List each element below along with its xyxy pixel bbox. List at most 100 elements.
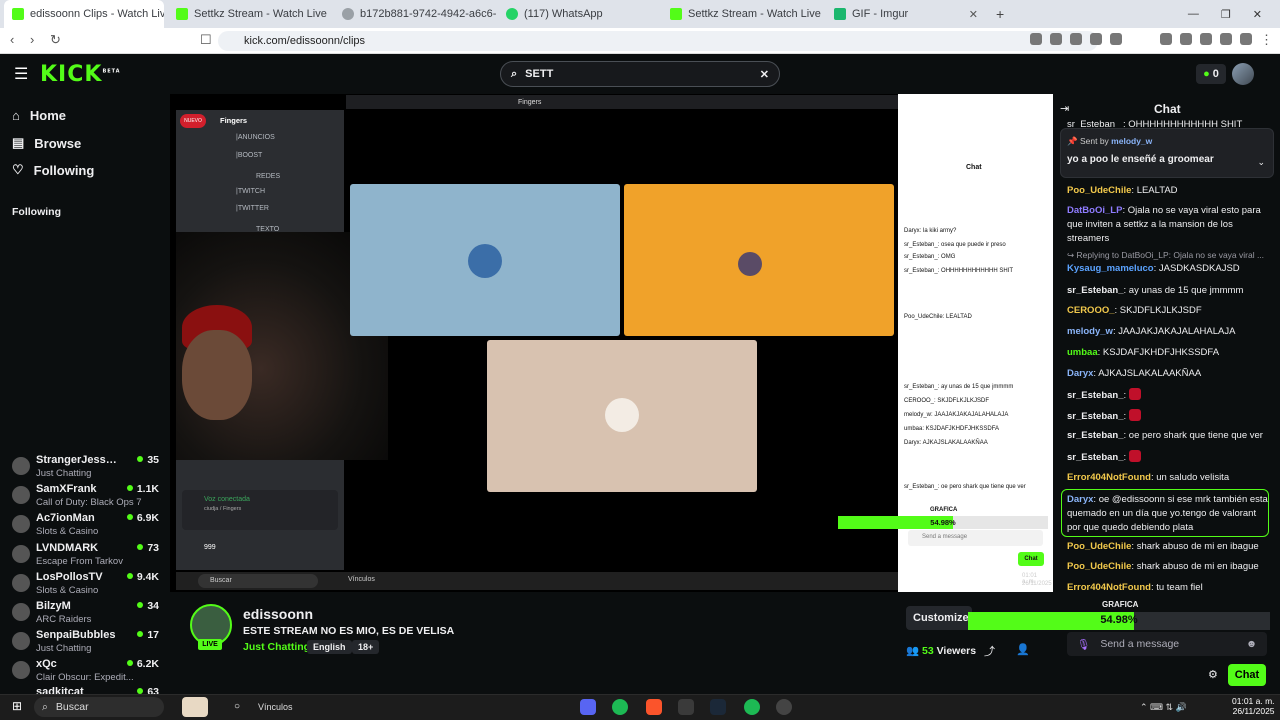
- chat-message[interactable]: Error404NotFound: un saludo velisita: [1067, 471, 1272, 485]
- user-avatar[interactable]: [1232, 63, 1254, 85]
- tab-settkz-2[interactable]: Settkz Stream - Watch Live on Kick✕: [662, 0, 824, 28]
- extension-icon[interactable]: [1220, 33, 1232, 45]
- url-field[interactable]: kick.com/edissoonn/clips: [218, 31, 1098, 51]
- chat-message[interactable]: Poo_UdeChile: shark abuso de mi en ibagu…: [1067, 560, 1272, 574]
- kick-logo[interactable]: KICKBETA: [40, 62, 121, 87]
- brave-taskbar-icon[interactable]: [646, 699, 662, 715]
- discord-taskbar-icon[interactable]: [580, 699, 596, 715]
- expand-pinned-icon[interactable]: ⌄: [1257, 157, 1265, 168]
- app-taskbar-icon[interactable]: [776, 699, 792, 715]
- embedded-chat-line: sr_Esteban_: OMG: [904, 254, 956, 260]
- chat-username[interactable]: sr_Esteban_: [1067, 452, 1124, 463]
- close-icon[interactable]: ✕: [969, 8, 978, 21]
- widget-icon[interactable]: [182, 697, 208, 717]
- back-icon[interactable]: ‹: [10, 32, 14, 47]
- chat-message[interactable]: sr_Esteban_:: [1067, 450, 1272, 465]
- chat-message[interactable]: melody_w: JAAJAKJAKAJALAHALAJA: [1067, 325, 1272, 339]
- spotify-taskbar-icon[interactable]: [612, 699, 628, 715]
- hamburger-menu-icon[interactable]: ☰: [14, 64, 28, 84]
- chat-username[interactable]: Error404NotFound: [1067, 582, 1151, 593]
- system-tray-icons[interactable]: ⌃ ⌨ ⇅ 🔊: [1140, 702, 1187, 713]
- bookmark-icon[interactable]: ☐: [200, 32, 212, 48]
- nav-browse[interactable]: ▤ Browse: [12, 135, 81, 151]
- collapse-chat-icon[interactable]: ⇥: [1060, 102, 1069, 115]
- extension-icon[interactable]: [1110, 33, 1122, 45]
- pinned-message[interactable]: 📌 Sent by melody_w yo a poo le enseñé a …: [1060, 128, 1274, 178]
- reload-icon[interactable]: ↻: [50, 32, 61, 48]
- forward-icon[interactable]: ›: [30, 32, 34, 47]
- steam-taskbar-icon[interactable]: [710, 699, 726, 715]
- taskbar-clock[interactable]: 01:01 a. m. 26/11/2025: [1232, 696, 1275, 716]
- chat-message[interactable]: ↪ Replying to DatBoOi_LP: Ojala no se va…: [1067, 250, 1272, 276]
- extension-icon[interactable]: [1030, 33, 1042, 45]
- tab-settkz-1[interactable]: Settkz Stream - Watch Live on Kick✕: [168, 0, 330, 28]
- chat-message[interactable]: DatBoOi_LP: Ojala no se vaya viral esto …: [1067, 204, 1272, 246]
- send-chat-button[interactable]: Chat: [1228, 664, 1266, 686]
- browser-menu-icon[interactable]: ⋮: [1260, 32, 1273, 48]
- tab-kick-clips[interactable]: edissoonn Clips - Watch Live on✕: [4, 0, 164, 28]
- tab-whatsapp[interactable]: (117) WhatsApp: [498, 0, 660, 28]
- close-window-icon[interactable]: ✕: [1253, 8, 1262, 21]
- chat-message[interactable]: sr_Esteban_: ay unas de 15 que jmmmm: [1067, 284, 1272, 298]
- windows-start-icon[interactable]: ⊞: [12, 699, 22, 713]
- sidebar-channel[interactable]: sadkitcat 63: [10, 684, 165, 694]
- chat-message[interactable]: Poo_UdeChile: shark abuso de mi en ibagu…: [1067, 540, 1272, 554]
- stream-category-link[interactable]: Just Chatting: [243, 641, 310, 653]
- taskbar-links[interactable]: Vínculos: [258, 702, 293, 712]
- chat-message[interactable]: CEROOO_: SKJDFLKJLKJSDF: [1067, 304, 1272, 318]
- chat-username[interactable]: Daryx: [1067, 368, 1093, 379]
- chat-username[interactable]: umbaa: [1067, 347, 1098, 358]
- sidebar-channel[interactable]: Ac7ionMan Slots & Casino 6.9K: [10, 510, 165, 544]
- chat-message[interactable]: sr_Esteban_:: [1067, 388, 1272, 403]
- taskbar-search[interactable]: ⌕ Buscar: [34, 697, 164, 717]
- extension-icon[interactable]: [1200, 33, 1212, 45]
- streamer-name[interactable]: edissoonn: [243, 606, 313, 622]
- chat-username[interactable]: Kysaug_mameluco: [1067, 263, 1154, 274]
- nav-following[interactable]: ♡ Following: [12, 162, 94, 178]
- chat-username[interactable]: sr_Esteban_: [1067, 430, 1124, 441]
- extension-icon[interactable]: [1240, 33, 1252, 45]
- chat-message[interactable]: Error404NotFound: tu team fiel: [1067, 581, 1272, 595]
- chat-message[interactable]: umbaa: KSJDAFJKHDFJHKSSDFA: [1067, 346, 1272, 360]
- extension-icon[interactable]: [1160, 33, 1172, 45]
- nav-home[interactable]: ⌂ Home: [12, 108, 66, 123]
- tab-imgur[interactable]: GIF - Imgur ✕: [826, 0, 986, 28]
- minimize-icon[interactable]: —: [1188, 8, 1199, 20]
- chat-username[interactable]: sr_Esteban_: [1067, 390, 1124, 401]
- maximize-icon[interactable]: ❐: [1221, 8, 1231, 21]
- extension-icon[interactable]: [1090, 33, 1102, 45]
- extension-icon[interactable]: [1050, 33, 1062, 45]
- chat-username[interactable]: CEROOO_: [1067, 305, 1115, 316]
- settings-gear-icon[interactable]: ⚙: [1208, 668, 1218, 681]
- customize-button[interactable]: Customize: [906, 606, 972, 630]
- chat-username[interactable]: sr_Esteban_: [1067, 285, 1124, 296]
- clear-search-icon[interactable]: ✕: [760, 68, 769, 81]
- share-icon[interactable]: ⤴: [984, 643, 995, 659]
- epic-taskbar-icon[interactable]: [678, 699, 694, 715]
- chat-message-input[interactable]: 🎙 Send a message ☻: [1067, 632, 1267, 656]
- kick-coins-button[interactable]: ● 0: [1196, 64, 1226, 84]
- extension-icon[interactable]: [1070, 33, 1082, 45]
- chat-message[interactable]: sr_Esteban_:: [1067, 409, 1272, 424]
- tab-uuid[interactable]: b172b881-9742-4942-a6c6-adc394b: [334, 0, 496, 28]
- chat-username[interactable]: Poo_UdeChile: [1067, 561, 1131, 572]
- links-circle-icon[interactable]: ○: [234, 701, 240, 712]
- spotify-taskbar-icon[interactable]: [744, 699, 760, 715]
- search-input[interactable]: ⌕ SETT ✕: [500, 61, 780, 87]
- new-tab-button[interactable]: +: [988, 0, 1008, 28]
- follow-icon[interactable]: 👤: [1016, 643, 1030, 656]
- call-participant-tile: [487, 340, 757, 492]
- chat-message[interactable]: sr_Esteban_: oe pero shark que tiene que…: [1067, 429, 1272, 443]
- chat-username[interactable]: Poo_UdeChile: [1067, 541, 1131, 552]
- emoji-icon[interactable]: ☻: [1246, 638, 1257, 650]
- age-tag[interactable]: 18+: [352, 640, 380, 654]
- chat-message[interactable]: Poo_UdeChile: LEALTAD: [1067, 184, 1272, 198]
- chat-username[interactable]: melody_w: [1067, 326, 1113, 337]
- chat-username[interactable]: DatBoOi_LP: [1067, 205, 1122, 216]
- chat-username[interactable]: sr_Esteban_: [1067, 411, 1124, 422]
- chat-message[interactable]: Daryx: AJKAJSLAKALAAKÑAA: [1067, 367, 1272, 381]
- chat-username[interactable]: Error404NotFound: [1067, 472, 1151, 483]
- extension-icon[interactable]: [1180, 33, 1192, 45]
- chat-username[interactable]: Poo_UdeChile: [1067, 185, 1131, 196]
- language-tag[interactable]: English: [307, 640, 352, 654]
